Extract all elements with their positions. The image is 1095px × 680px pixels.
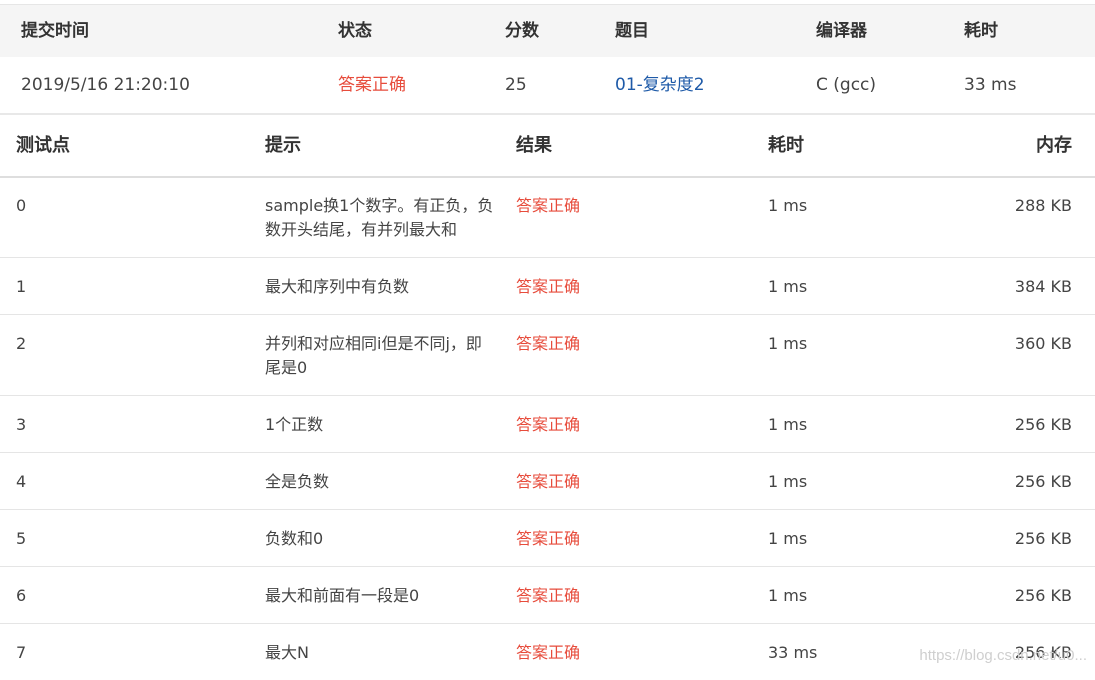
- testcase-table-body: 0 sample换1个数字。有正负，负数开头结尾，有并列最大和 答案正确 1 m…: [0, 177, 1095, 680]
- testcase-table-header: 测试点 提示 结果 耗时 内存: [0, 116, 1095, 178]
- case-hint: 全是负数: [265, 472, 330, 491]
- table-row: 1 最大和序列中有负数 答案正确 1 ms 384 KB: [0, 258, 1095, 315]
- case-hint: 最大和前面有一段是0: [265, 586, 420, 605]
- case-hint: sample换1个数字。有正负，负数开头结尾，有并列最大和: [265, 196, 494, 239]
- case-memory: 256 KB: [1014, 472, 1072, 491]
- case-id: 6: [16, 586, 27, 605]
- case-time: 33 ms: [768, 643, 818, 662]
- table-row: 4 全是负数 答案正确 1 ms 256 KB: [0, 453, 1095, 510]
- header-score: 分数: [505, 21, 539, 41]
- case-hint: 负数和0: [265, 529, 324, 548]
- submit-time: 2019/5/16 21:20:10: [21, 75, 190, 95]
- table-row: 2 并列和对应相同i但是不同j，即尾是0 答案正确 1 ms 360 KB: [0, 315, 1095, 396]
- case-result: 答案正确: [516, 472, 581, 491]
- case-id: 1: [16, 277, 27, 296]
- case-time: 1 ms: [768, 472, 808, 491]
- table-row: 5 负数和0 答案正确 1 ms 256 KB: [0, 510, 1095, 567]
- status-badge: 答案正确: [338, 75, 406, 95]
- case-hint: 并列和对应相同i但是不同j，即尾是0: [265, 334, 482, 377]
- case-time: 1 ms: [768, 334, 808, 353]
- header-status: 状态: [338, 21, 372, 41]
- header-case-time: 耗时: [768, 135, 804, 156]
- submission-row: 2019/5/16 21:20:10 答案正确 25 01-复杂度2 C (gc…: [0, 57, 1095, 115]
- header-memory: 内存: [1036, 135, 1072, 156]
- case-time: 1 ms: [768, 415, 808, 434]
- case-memory: 256 KB: [1014, 415, 1072, 434]
- case-id: 3: [16, 415, 27, 434]
- case-id: 0: [16, 196, 27, 215]
- case-id: 4: [16, 472, 27, 491]
- elapsed-value: 33 ms: [964, 75, 1017, 95]
- case-memory: 384 KB: [1014, 277, 1072, 296]
- table-row: 3 1个正数 答案正确 1 ms 256 KB: [0, 396, 1095, 453]
- case-result: 答案正确: [516, 529, 581, 548]
- case-memory: 360 KB: [1014, 334, 1072, 353]
- header-elapsed: 耗时: [964, 21, 998, 41]
- case-memory: 288 KB: [1014, 196, 1072, 215]
- table-row: 6 最大和前面有一段是0 答案正确 1 ms 256 KB: [0, 567, 1095, 624]
- case-hint: 1个正数: [265, 415, 324, 434]
- case-result: 答案正确: [516, 196, 581, 215]
- case-hint: 最大N: [265, 643, 309, 662]
- table-row: 0 sample换1个数字。有正负，负数开头结尾，有并列最大和 答案正确 1 m…: [0, 177, 1095, 258]
- case-memory: 256 KB: [1014, 586, 1072, 605]
- case-id: 7: [16, 643, 27, 662]
- compiler-value: C (gcc): [816, 75, 877, 95]
- header-hint: 提示: [265, 135, 301, 156]
- header-result: 结果: [516, 135, 552, 156]
- case-time: 1 ms: [768, 277, 808, 296]
- case-time: 1 ms: [768, 196, 808, 215]
- case-memory: 256 KB: [1014, 529, 1072, 548]
- header-compiler: 编译器: [816, 21, 867, 41]
- case-id: 5: [16, 529, 27, 548]
- score-value: 25: [505, 75, 527, 95]
- case-hint: 最大和序列中有负数: [265, 277, 410, 296]
- header-submit-time: 提交时间: [21, 21, 89, 41]
- header-case-id: 测试点: [16, 135, 70, 156]
- case-result: 答案正确: [516, 586, 581, 605]
- case-result: 答案正确: [516, 415, 581, 434]
- submission-table-header: 提交时间 状态 分数 题目 编译器 耗时: [0, 4, 1095, 58]
- watermark: https://blog.csdn.net/u0...: [919, 647, 1087, 664]
- case-result: 答案正确: [516, 334, 581, 353]
- header-problem: 题目: [615, 21, 649, 41]
- case-time: 1 ms: [768, 586, 808, 605]
- case-result: 答案正确: [516, 277, 581, 296]
- problem-link[interactable]: 01-复杂度2: [615, 57, 705, 113]
- case-result: 答案正确: [516, 643, 581, 662]
- case-id: 2: [16, 334, 27, 353]
- case-time: 1 ms: [768, 529, 808, 548]
